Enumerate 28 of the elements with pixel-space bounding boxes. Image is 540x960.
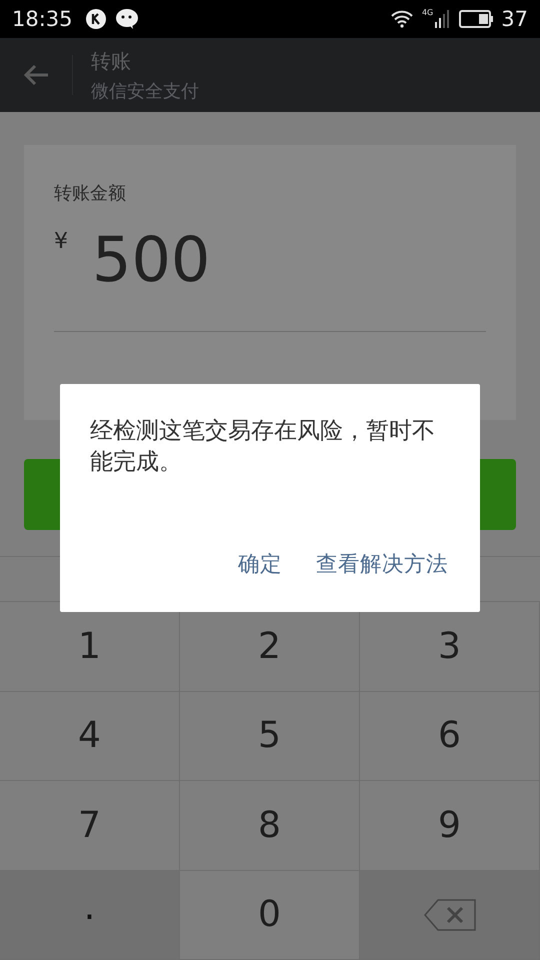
keypad-key[interactable]: 5 (180, 692, 360, 781)
network-type: 4G (422, 8, 434, 17)
keypad-key[interactable]: 7 (0, 781, 180, 870)
keypad-key[interactable]: 0 (180, 870, 360, 960)
amount-value[interactable]: 500 (92, 223, 210, 297)
keypad-key[interactable]: 3 (360, 602, 540, 692)
chat-bubble-icon (114, 8, 139, 30)
dialog-message: 经检测这笔交易存在风险，暂时不能完成。 (90, 417, 436, 477)
keypad-key[interactable]: 8 (180, 781, 360, 870)
screen-title: 转账 (91, 48, 132, 74)
backspace-icon (424, 898, 476, 931)
keypad-key[interactable]: . (0, 870, 180, 960)
keypad-key[interactable]: 6 (360, 692, 540, 781)
battery-level: 37 (501, 7, 528, 31)
dialog-button[interactable]: 查看解决方法 (308, 545, 456, 582)
screen-subtitle: 微信安全支付 (91, 80, 199, 102)
back-arrow-icon (22, 63, 50, 87)
signal-icon (435, 10, 452, 28)
backspace-key[interactable] (360, 870, 540, 960)
amount-label: 转账金额 (54, 182, 126, 205)
wifi-icon (390, 10, 414, 28)
battery-icon (459, 10, 494, 28)
keypad-key[interactable]: 4 (0, 692, 180, 781)
status-time: 18:35 (12, 7, 73, 31)
dialog-button[interactable]: 确定 (230, 545, 290, 582)
k-app-icon (84, 8, 107, 30)
keypad-key[interactable]: 9 (360, 781, 540, 870)
currency-symbol: ¥ (54, 229, 68, 254)
